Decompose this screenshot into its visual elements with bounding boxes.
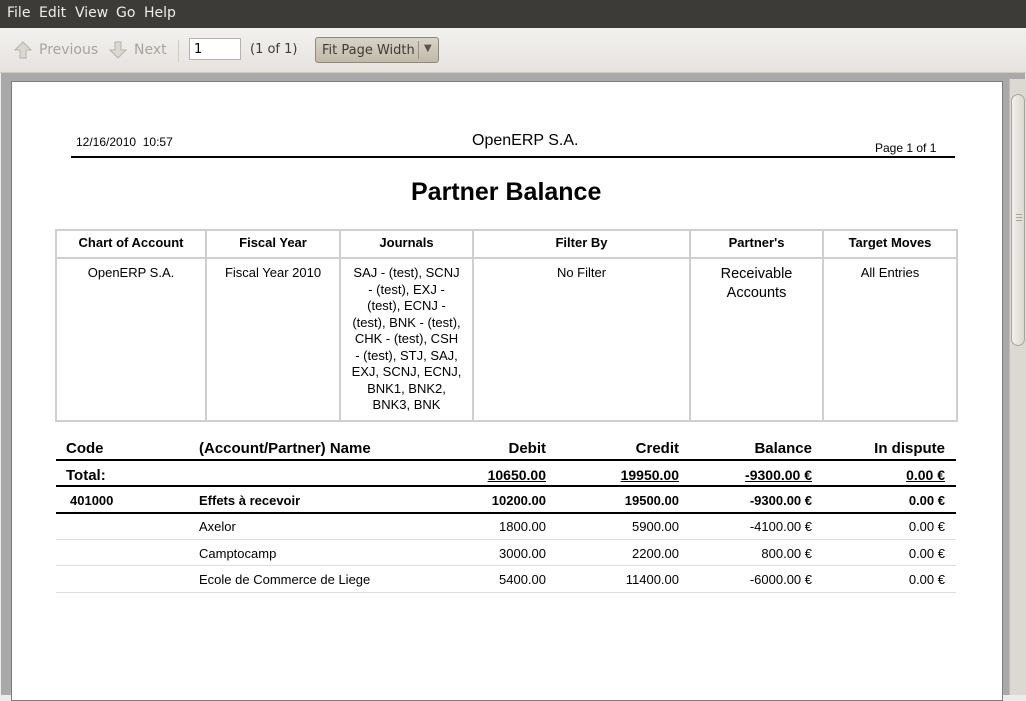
partner-balance: -4100.00 €: [749, 519, 812, 534]
chevron-down-icon: ▼: [424, 43, 432, 54]
partner-in-dispute: 0.00 €: [908, 572, 945, 587]
total-balance: -9300.00 €: [745, 467, 812, 483]
journals-line: (test), BNK - (test),: [352, 314, 461, 330]
partner-name: Ecole de Commerce de Liege: [199, 572, 371, 587]
account-debit: 10200.00: [491, 493, 546, 508]
report-date: 12/16/2010: [76, 135, 137, 149]
arrow-down-icon: [108, 41, 128, 59]
partner-name: Axelor: [199, 519, 236, 534]
partner-in-dispute: 0.00 €: [908, 519, 945, 534]
filter-partners: Receivable Accounts: [689, 257, 824, 422]
filter-fiscal-year: Fiscal Year 2010: [205, 257, 341, 422]
toolbar: Previous Next (1 of 1) Fit Page Width ▼: [0, 28, 1026, 73]
journals-line: - (test), STJ, SAJ,: [355, 347, 458, 363]
filter-header-fiscal-year: Fiscal Year: [205, 229, 341, 259]
report-page-number: Page 1 of 1: [875, 141, 937, 155]
filter-journals: SAJ - (test), SCNJ - (test), EXJ - (test…: [339, 257, 474, 422]
account-rule: [56, 512, 956, 514]
menu-go[interactable]: Go: [116, 5, 135, 21]
filters-value-row: OpenERP S.A. Fiscal Year 2010 SAJ - (tes…: [55, 257, 958, 422]
menu-edit[interactable]: Edit: [39, 5, 66, 21]
filter-header-filter-by: Filter By: [472, 229, 691, 259]
grip-line: [1016, 220, 1022, 221]
columns-rule: [56, 459, 956, 461]
filter-chart: OpenERP S.A.: [55, 257, 207, 422]
journals-line: BNK3, BNK: [372, 397, 441, 412]
account-credit: 19500.00: [624, 493, 679, 508]
scrollbar-thumb[interactable]: [1011, 94, 1025, 346]
total-debit: 10650.00: [487, 467, 546, 483]
journals-line: BNK1, BNK2,: [367, 380, 446, 396]
total-credit: 19950.00: [620, 467, 679, 483]
journals-line: CHK - (test), CSH: [354, 331, 459, 346]
report-time: 10:57: [142, 135, 173, 149]
menu-view[interactable]: View: [75, 5, 108, 21]
grip-line: [1016, 214, 1022, 215]
partner-credit: 5900.00: [632, 519, 679, 534]
account-name: Effets à recevoir: [199, 493, 301, 508]
journals-line: - (test), EXJ -: [368, 281, 445, 297]
menu-bar: File Edit View Go Help: [0, 0, 1026, 28]
report-datetime: 12/16/2010 10:57: [76, 135, 173, 149]
journals-line: (test), ECNJ -: [367, 298, 446, 313]
col-header-code: Code: [66, 440, 104, 457]
row-divider: [56, 565, 956, 566]
partner-credit: 2200.00: [632, 546, 679, 561]
grip-line: [1016, 217, 1022, 218]
zoom-divider: [418, 41, 419, 59]
col-header-debit: Debit: [508, 440, 547, 457]
partner-name: Camptocamp: [199, 546, 277, 561]
filter-header-partners: Partner's: [689, 229, 824, 259]
next-button[interactable]: Next: [108, 39, 167, 61]
filter-header-chart: Chart of Account: [55, 229, 207, 259]
account-balance: -9300.00 €: [749, 493, 812, 508]
partners-line: Receivable: [720, 266, 793, 282]
account-code: 401000: [70, 493, 114, 508]
filters-header-row: Chart of Account Fiscal Year Journals Fi…: [55, 229, 958, 259]
partner-balance: -6000.00 €: [749, 572, 812, 587]
next-label: Next: [134, 42, 167, 58]
total-label: Total:: [66, 467, 106, 484]
previous-button[interactable]: Previous: [13, 39, 98, 61]
total-rule: [56, 485, 956, 487]
row-divider: [56, 539, 956, 540]
partner-balance: 800.00 €: [761, 546, 812, 561]
col-header-name: (Account/Partner) Name: [199, 440, 371, 457]
report-title: Partner Balance: [411, 178, 602, 206]
partner-credit: 11400.00: [625, 572, 679, 587]
partners-line: Accounts: [726, 285, 787, 301]
previous-label: Previous: [39, 42, 99, 58]
report-company: OpenERP S.A.: [472, 132, 579, 149]
arrow-up-icon: [13, 41, 33, 59]
menu-help[interactable]: Help: [144, 5, 176, 21]
partner-debit: 3000.00: [499, 546, 546, 561]
journals-line: SAJ - (test), SCNJ: [353, 265, 460, 280]
filters-table: Chart of Account Fiscal Year Journals Fi…: [55, 229, 958, 422]
filter-target-moves: All Entries: [822, 257, 958, 422]
total-in-dispute: 0.00 €: [906, 467, 945, 483]
header-rule: [71, 156, 955, 158]
page-count: (1 of 1): [250, 42, 298, 57]
zoom-label: Fit Page Width: [322, 43, 415, 58]
partner-debit: 5400.00: [499, 572, 546, 587]
filter-filter-by: No Filter: [472, 257, 691, 422]
col-header-in-dispute: In dispute: [874, 440, 945, 457]
filter-header-journals: Journals: [339, 229, 474, 259]
journals-line: EXJ, SCNJ, ECNJ,: [351, 364, 462, 379]
account-in-dispute: 0.00 €: [908, 493, 945, 508]
menu-file[interactable]: File: [7, 5, 30, 21]
partner-debit: 1800.00: [499, 519, 546, 534]
row-divider: [56, 592, 956, 593]
zoom-select[interactable]: Fit Page Width ▼: [315, 37, 439, 63]
filter-header-target-moves: Target Moves: [822, 229, 958, 259]
partner-in-dispute: 0.00 €: [908, 546, 945, 561]
col-header-credit: Credit: [635, 440, 679, 457]
col-header-balance: Balance: [754, 440, 812, 457]
toolbar-separator: [178, 40, 179, 62]
page-number-input[interactable]: [189, 38, 241, 60]
vertical-scrollbar[interactable]: [1009, 79, 1026, 695]
